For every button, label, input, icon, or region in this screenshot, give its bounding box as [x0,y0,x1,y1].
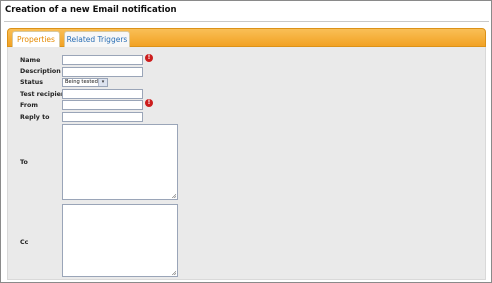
status-selected-value: Being tested [65,79,98,85]
reply-to-label: Reply to [20,114,50,121]
status-select[interactable]: Being tested ▾ [62,78,108,87]
description-label: Description [20,68,61,75]
resize-grip-icon[interactable] [172,271,176,275]
page-title: Creation of a new Email notification [5,5,177,15]
tab-bar: Properties Related Triggers [7,28,486,48]
cc-textarea[interactable] [62,204,178,277]
description-input[interactable] [62,67,143,77]
name-label: Name [20,57,41,64]
chevron-down-icon: ▾ [98,79,107,86]
reply-to-input[interactable] [62,112,143,122]
cc-label: Cc [20,239,29,246]
title-divider [4,21,489,22]
window-frame: Creation of a new Email notification Pro… [0,0,492,283]
to-textarea[interactable] [62,124,178,200]
from-label: From [20,102,38,109]
tab-properties[interactable]: Properties [12,31,60,48]
from-error-icon: ! [145,99,153,107]
name-error-icon: ! [145,54,153,62]
test-recipient-input[interactable] [62,89,143,99]
from-input[interactable] [62,100,143,110]
tab-related-triggers[interactable]: Related Triggers [64,31,130,48]
name-input[interactable] [62,55,143,65]
status-label: Status [20,79,44,86]
resize-grip-icon[interactable] [172,194,176,198]
to-label: To [20,159,28,166]
